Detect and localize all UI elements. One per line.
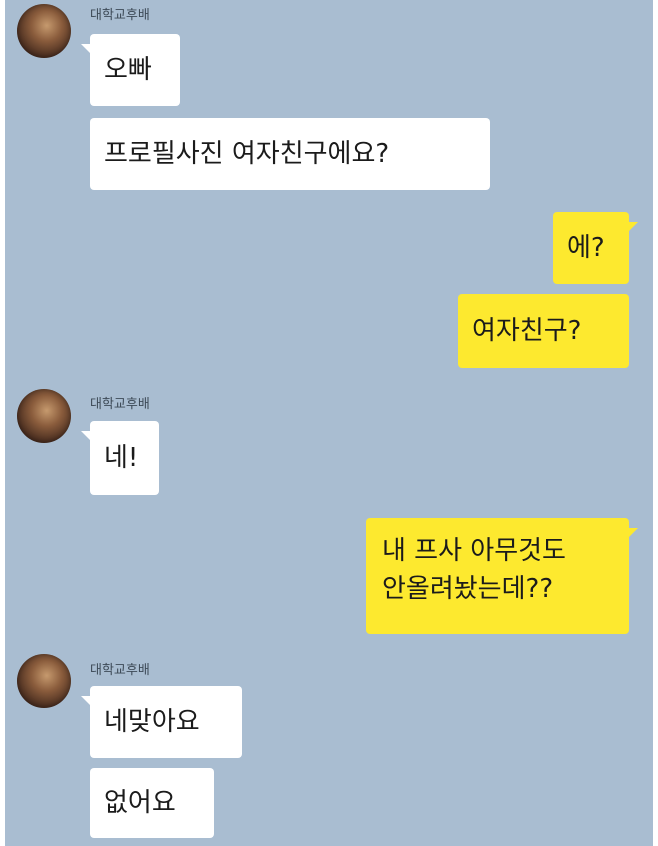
avatar[interactable] [17,389,71,443]
sender-name: 대학교후배 [90,397,150,412]
message-text: 네! [104,443,139,473]
message-bubble-incoming[interactable]: 프로필사진 여자친구에요? [90,118,490,190]
sender-name: 대학교후배 [90,663,150,678]
message-text: 오빠 [104,55,152,85]
message-bubble-outgoing[interactable]: 에? [553,212,638,284]
message-text: 여자친구? [472,316,582,346]
message-text: 네맞아요 [104,707,200,737]
chat-room[interactable]: 대학교후배 오빠 프로필사진 여자친구에요? 에? 여자친구? 대학교후배 네!… [5,0,653,846]
message-bubble-incoming[interactable]: 네맞아요 [81,686,242,758]
avatar[interactable] [17,654,71,708]
message-bubble-incoming[interactable]: 없어요 [90,768,214,838]
message-text: 내 프사 아무것도 안올려놨는데?? [382,536,566,604]
message-text: 없어요 [104,788,176,818]
message-bubble-incoming[interactable]: 네! [81,421,159,495]
message-text: 에? [567,233,605,263]
message-bubble-outgoing[interactable]: 여자친구? [458,294,629,368]
message-text: 프로필사진 여자친구에요? [104,139,390,169]
message-bubble-outgoing[interactable]: 내 프사 아무것도 안올려놨는데?? [366,518,638,634]
message-bubble-incoming[interactable]: 오빠 [81,34,180,106]
sender-name: 대학교후배 [90,8,150,23]
avatar[interactable] [17,4,71,58]
